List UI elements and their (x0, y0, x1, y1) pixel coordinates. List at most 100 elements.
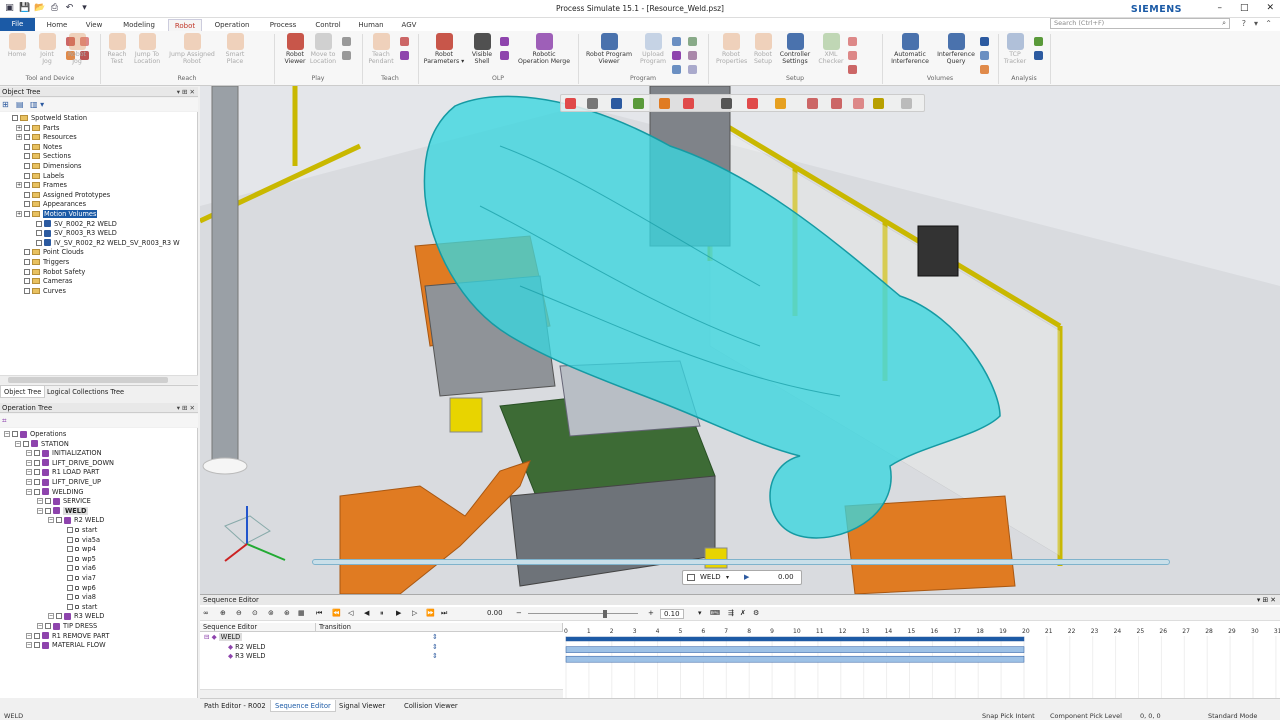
setup-small-icon[interactable] (848, 37, 857, 46)
visibility-checkbox[interactable] (24, 287, 30, 294)
horizontal-scrollbar[interactable] (200, 689, 563, 698)
sequence-row[interactable]: ◆ R3 WELD (228, 652, 265, 662)
status-pick-level[interactable]: Component Pick Level (1050, 712, 1122, 720)
expand-icon[interactable]: − (26, 642, 32, 649)
expand-icon[interactable]: − (37, 507, 43, 514)
object-tree-item[interactable]: Notes (16, 143, 62, 153)
operation-checkbox[interactable] (67, 603, 73, 610)
operation-tree-item[interactable]: via7 (59, 574, 96, 584)
operation-tree-item[interactable]: − MATERIAL FLOW (26, 641, 106, 651)
gantt-bar[interactable] (565, 655, 1025, 663)
zoom-fit-icon[interactable]: ⊙ (252, 609, 258, 617)
operation-checkbox[interactable] (45, 507, 51, 514)
visibility-checkbox[interactable] (36, 239, 42, 246)
jump-end-icon[interactable]: ⏭ (441, 609, 447, 618)
operation-checkbox[interactable] (23, 440, 29, 447)
tab-signal-viewer[interactable]: Signal Viewer (335, 700, 389, 712)
setup-small-icon-3[interactable] (848, 65, 857, 74)
object-tree-item[interactable]: Appearances (16, 200, 86, 210)
program-small-icon-2[interactable] (672, 51, 681, 60)
object-tree-item[interactable]: SV_R002_R2 WELD (28, 220, 117, 230)
decrease-icon[interactable]: − (516, 609, 522, 617)
object-tree-item[interactable]: Robot Safety (16, 268, 85, 278)
step-forward-icon[interactable]: ⏩ (426, 609, 435, 617)
zoom-out-icon[interactable]: ⊖ (236, 609, 242, 617)
speed-slider[interactable] (528, 613, 638, 614)
object-tree-item[interactable]: + Motion Volumes (16, 210, 98, 220)
operation-checkbox[interactable] (56, 613, 62, 620)
teach-small-icon[interactable] (400, 37, 409, 46)
expand-icon[interactable]: − (4, 431, 10, 437)
object-tree-item[interactable]: Spotweld Station (4, 114, 87, 124)
help-icon[interactable]: ? (1242, 19, 1246, 28)
time-step-field[interactable]: 0.10 (660, 609, 684, 619)
ribbon-button-teach-9[interactable]: Teach Pendant (368, 33, 394, 65)
operation-checkbox[interactable] (67, 546, 73, 553)
visibility-checkbox[interactable] (12, 115, 18, 121)
forward-mode-icon[interactable]: ⇶ (728, 609, 734, 617)
operation-tree-item[interactable]: − INITIALIZATION (26, 449, 102, 459)
operation-checkbox[interactable] (34, 459, 40, 466)
ribbon-button-jump-assigned-5[interactable]: Jump Assigned Robot (164, 33, 220, 65)
visibility-checkbox[interactable] (24, 259, 30, 265)
gantt-chart[interactable]: 0 1 2 3 4 5 6 7 8 9 10 11 12 13 14 15 16 17 18 19 20 21 22 23 24… (563, 628, 1280, 698)
snap-icon[interactable] (873, 98, 884, 109)
tab-logical-collections[interactable]: Logical Collections Tree (44, 386, 127, 398)
play-forward-icon[interactable] (342, 37, 351, 46)
visibility-checkbox[interactable] (24, 201, 30, 208)
measure-icon[interactable] (807, 98, 818, 109)
operation-tree-item[interactable]: via5a (59, 536, 100, 546)
operation-checkbox[interactable] (34, 479, 40, 485)
ribbon-button-reach-3[interactable]: Reach Test (104, 33, 130, 65)
ribbon-button-robot-program-13[interactable]: Robot Program Viewer (584, 33, 634, 65)
operation-checkbox[interactable] (67, 555, 73, 562)
operation-tree-item[interactable]: − R2 WELD (48, 516, 104, 526)
visibility-checkbox[interactable] (24, 124, 30, 131)
next-icon[interactable]: ▷ (412, 609, 417, 617)
expand-icon[interactable]: − (26, 632, 32, 639)
program-small-icon-6[interactable] (688, 65, 697, 74)
3d-viewport[interactable] (200, 86, 1280, 594)
visibility-checkbox[interactable] (24, 172, 30, 179)
render-mode-icon[interactable] (659, 98, 670, 109)
operation-checkbox[interactable] (67, 565, 73, 572)
ribbon-button-controller-17[interactable]: Controller Settings (778, 33, 812, 65)
tab-home[interactable]: Home (40, 19, 74, 31)
section-icon[interactable] (831, 98, 842, 109)
visibility-checkbox[interactable] (24, 143, 30, 150)
panel-controls[interactable]: ▾ ⊞ ✕ (177, 87, 195, 97)
expand-icon[interactable]: + (16, 211, 22, 217)
operation-tree-item[interactable]: − SERVICE (37, 497, 91, 507)
snap-icon[interactable]: ✗ (740, 609, 746, 617)
operation-checkbox[interactable] (34, 469, 40, 476)
gantt-bar[interactable] (565, 636, 1025, 642)
visibility-checkbox[interactable] (24, 163, 30, 169)
minimize-button[interactable]: – (1217, 3, 1222, 13)
expand-icon[interactable]: − (26, 479, 32, 485)
expand-icon[interactable]: + (16, 134, 22, 141)
ribbon-collapse-icon[interactable]: ⌃ (1265, 19, 1272, 28)
tab-object-tree[interactable]: Object Tree (0, 386, 46, 398)
tab-view[interactable]: View (78, 19, 110, 31)
column-header-transition[interactable]: Transition (316, 623, 563, 632)
expand-icon[interactable]: − (26, 450, 32, 457)
ribbon-button-robot-15[interactable]: Robot Properties (716, 33, 747, 65)
tab-file[interactable]: File (0, 18, 35, 31)
operation-checkbox[interactable] (67, 536, 73, 543)
reverse-icon[interactable]: ◀ (364, 609, 369, 617)
panel-controls[interactable]: ▾ ⊞ ✕ (177, 403, 195, 413)
step-back-icon[interactable]: ⏪ (332, 609, 341, 617)
program-small-icon-3[interactable] (672, 65, 681, 74)
operation-tree-item[interactable]: − R3 WELD (48, 612, 104, 622)
operation-tree-item[interactable]: via8 (59, 593, 96, 603)
visibility-checkbox[interactable] (24, 153, 30, 160)
visibility-checkbox[interactable] (24, 182, 30, 189)
tab-operation[interactable]: Operation (206, 19, 258, 31)
operation-checkbox[interactable] (67, 527, 73, 533)
tree-view-icon[interactable]: ⊞ (2, 100, 9, 109)
transition-icon[interactable]: ⇕ (432, 643, 438, 651)
operation-tree-item[interactable]: − Operations (4, 430, 66, 440)
operation-checkbox[interactable] (12, 431, 18, 437)
tree-filter-icon[interactable]: ▤ (16, 100, 24, 109)
playback-operation[interactable]: WELD (700, 571, 721, 584)
